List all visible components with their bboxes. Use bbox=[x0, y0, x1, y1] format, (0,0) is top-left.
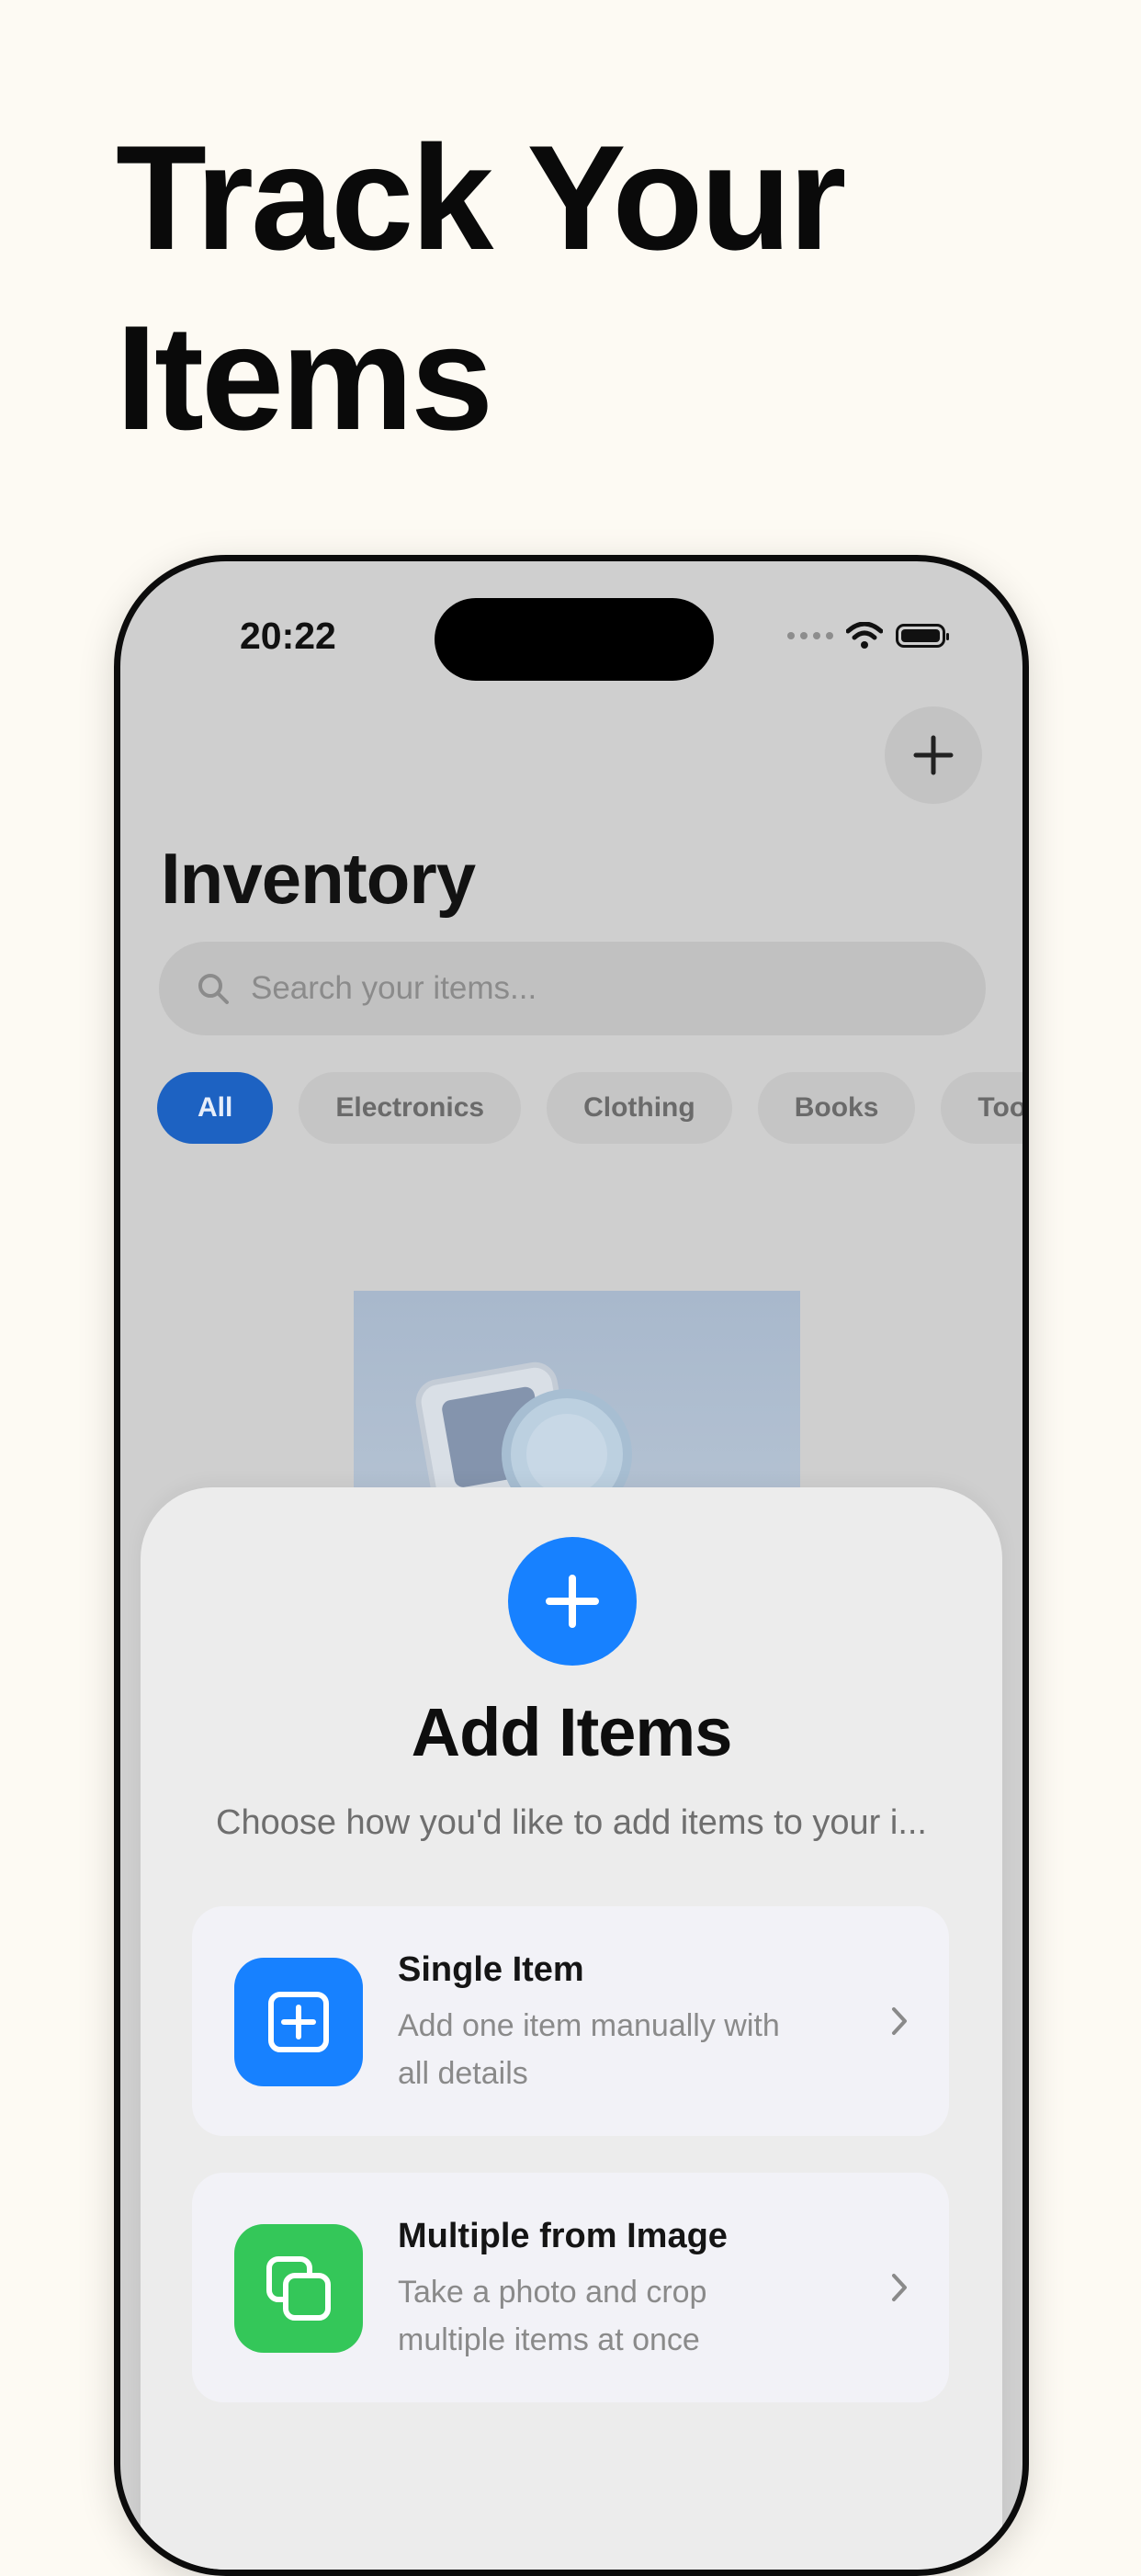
stacked-squares-icon bbox=[234, 2224, 363, 2353]
sheet-title: Add Items bbox=[411, 1694, 733, 1770]
search-icon bbox=[198, 974, 229, 1004]
category-filter: All Electronics Clothing Books Too bbox=[157, 1072, 1022, 1144]
sheet-subtitle: Choose how you'd like to add items to yo… bbox=[216, 1803, 927, 1842]
search-placeholder: Search your items... bbox=[251, 970, 537, 1006]
marketing-headline: Track Your Items bbox=[116, 108, 1034, 469]
battery-icon bbox=[896, 624, 949, 648]
category-chip-all[interactable]: All bbox=[157, 1072, 274, 1144]
option-description-line-1: Add one item manually with bbox=[398, 2008, 780, 2043]
chevron-right-icon bbox=[892, 2007, 907, 2035]
plus-icon bbox=[546, 1575, 599, 1628]
option-multiple-from-image[interactable]: Multiple from Image Take a photo and cro… bbox=[192, 2173, 949, 2402]
sheet-plus-icon bbox=[508, 1537, 637, 1666]
option-description: Add one item manually with all details bbox=[398, 2002, 839, 2097]
option-description-line-2: all details bbox=[398, 2056, 528, 2091]
category-chip-tools[interactable]: Too bbox=[941, 1072, 1022, 1144]
chevron-right-icon bbox=[892, 2274, 907, 2301]
category-chip-books[interactable]: Books bbox=[757, 1072, 916, 1144]
option-single-item[interactable]: Single Item Add one item manually with a… bbox=[192, 1906, 949, 2136]
headline-line-2: Items bbox=[116, 295, 493, 461]
search-input[interactable]: Search your items... bbox=[159, 942, 986, 1035]
plus-square-icon bbox=[234, 1958, 363, 2086]
phone-frame: 20:22 Inventory Search your items... All… bbox=[114, 555, 1029, 2576]
status-icons bbox=[787, 622, 949, 650]
page-title: Inventory bbox=[161, 838, 476, 919]
option-title: Multiple from Image bbox=[398, 2217, 728, 2255]
wifi-icon bbox=[846, 622, 883, 649]
category-chip-clothing[interactable]: Clothing bbox=[547, 1072, 732, 1144]
option-description: Take a photo and crop multiple items at … bbox=[398, 2268, 839, 2364]
add-item-button[interactable] bbox=[885, 706, 982, 804]
option-description-line-1: Take a photo and crop bbox=[398, 2275, 707, 2310]
plus-icon bbox=[913, 735, 954, 775]
category-chip-electronics[interactable]: Electronics bbox=[299, 1072, 522, 1144]
headline-line-1: Track Your bbox=[116, 115, 846, 281]
add-items-sheet: Add Items Choose how you'd like to add i… bbox=[141, 1487, 1002, 2570]
option-title: Single Item bbox=[398, 1950, 584, 1989]
option-description-line-2: multiple items at once bbox=[398, 2322, 700, 2357]
dynamic-island bbox=[435, 598, 714, 681]
status-time: 20:22 bbox=[240, 615, 336, 657]
cellular-signal-icon bbox=[787, 632, 833, 639]
